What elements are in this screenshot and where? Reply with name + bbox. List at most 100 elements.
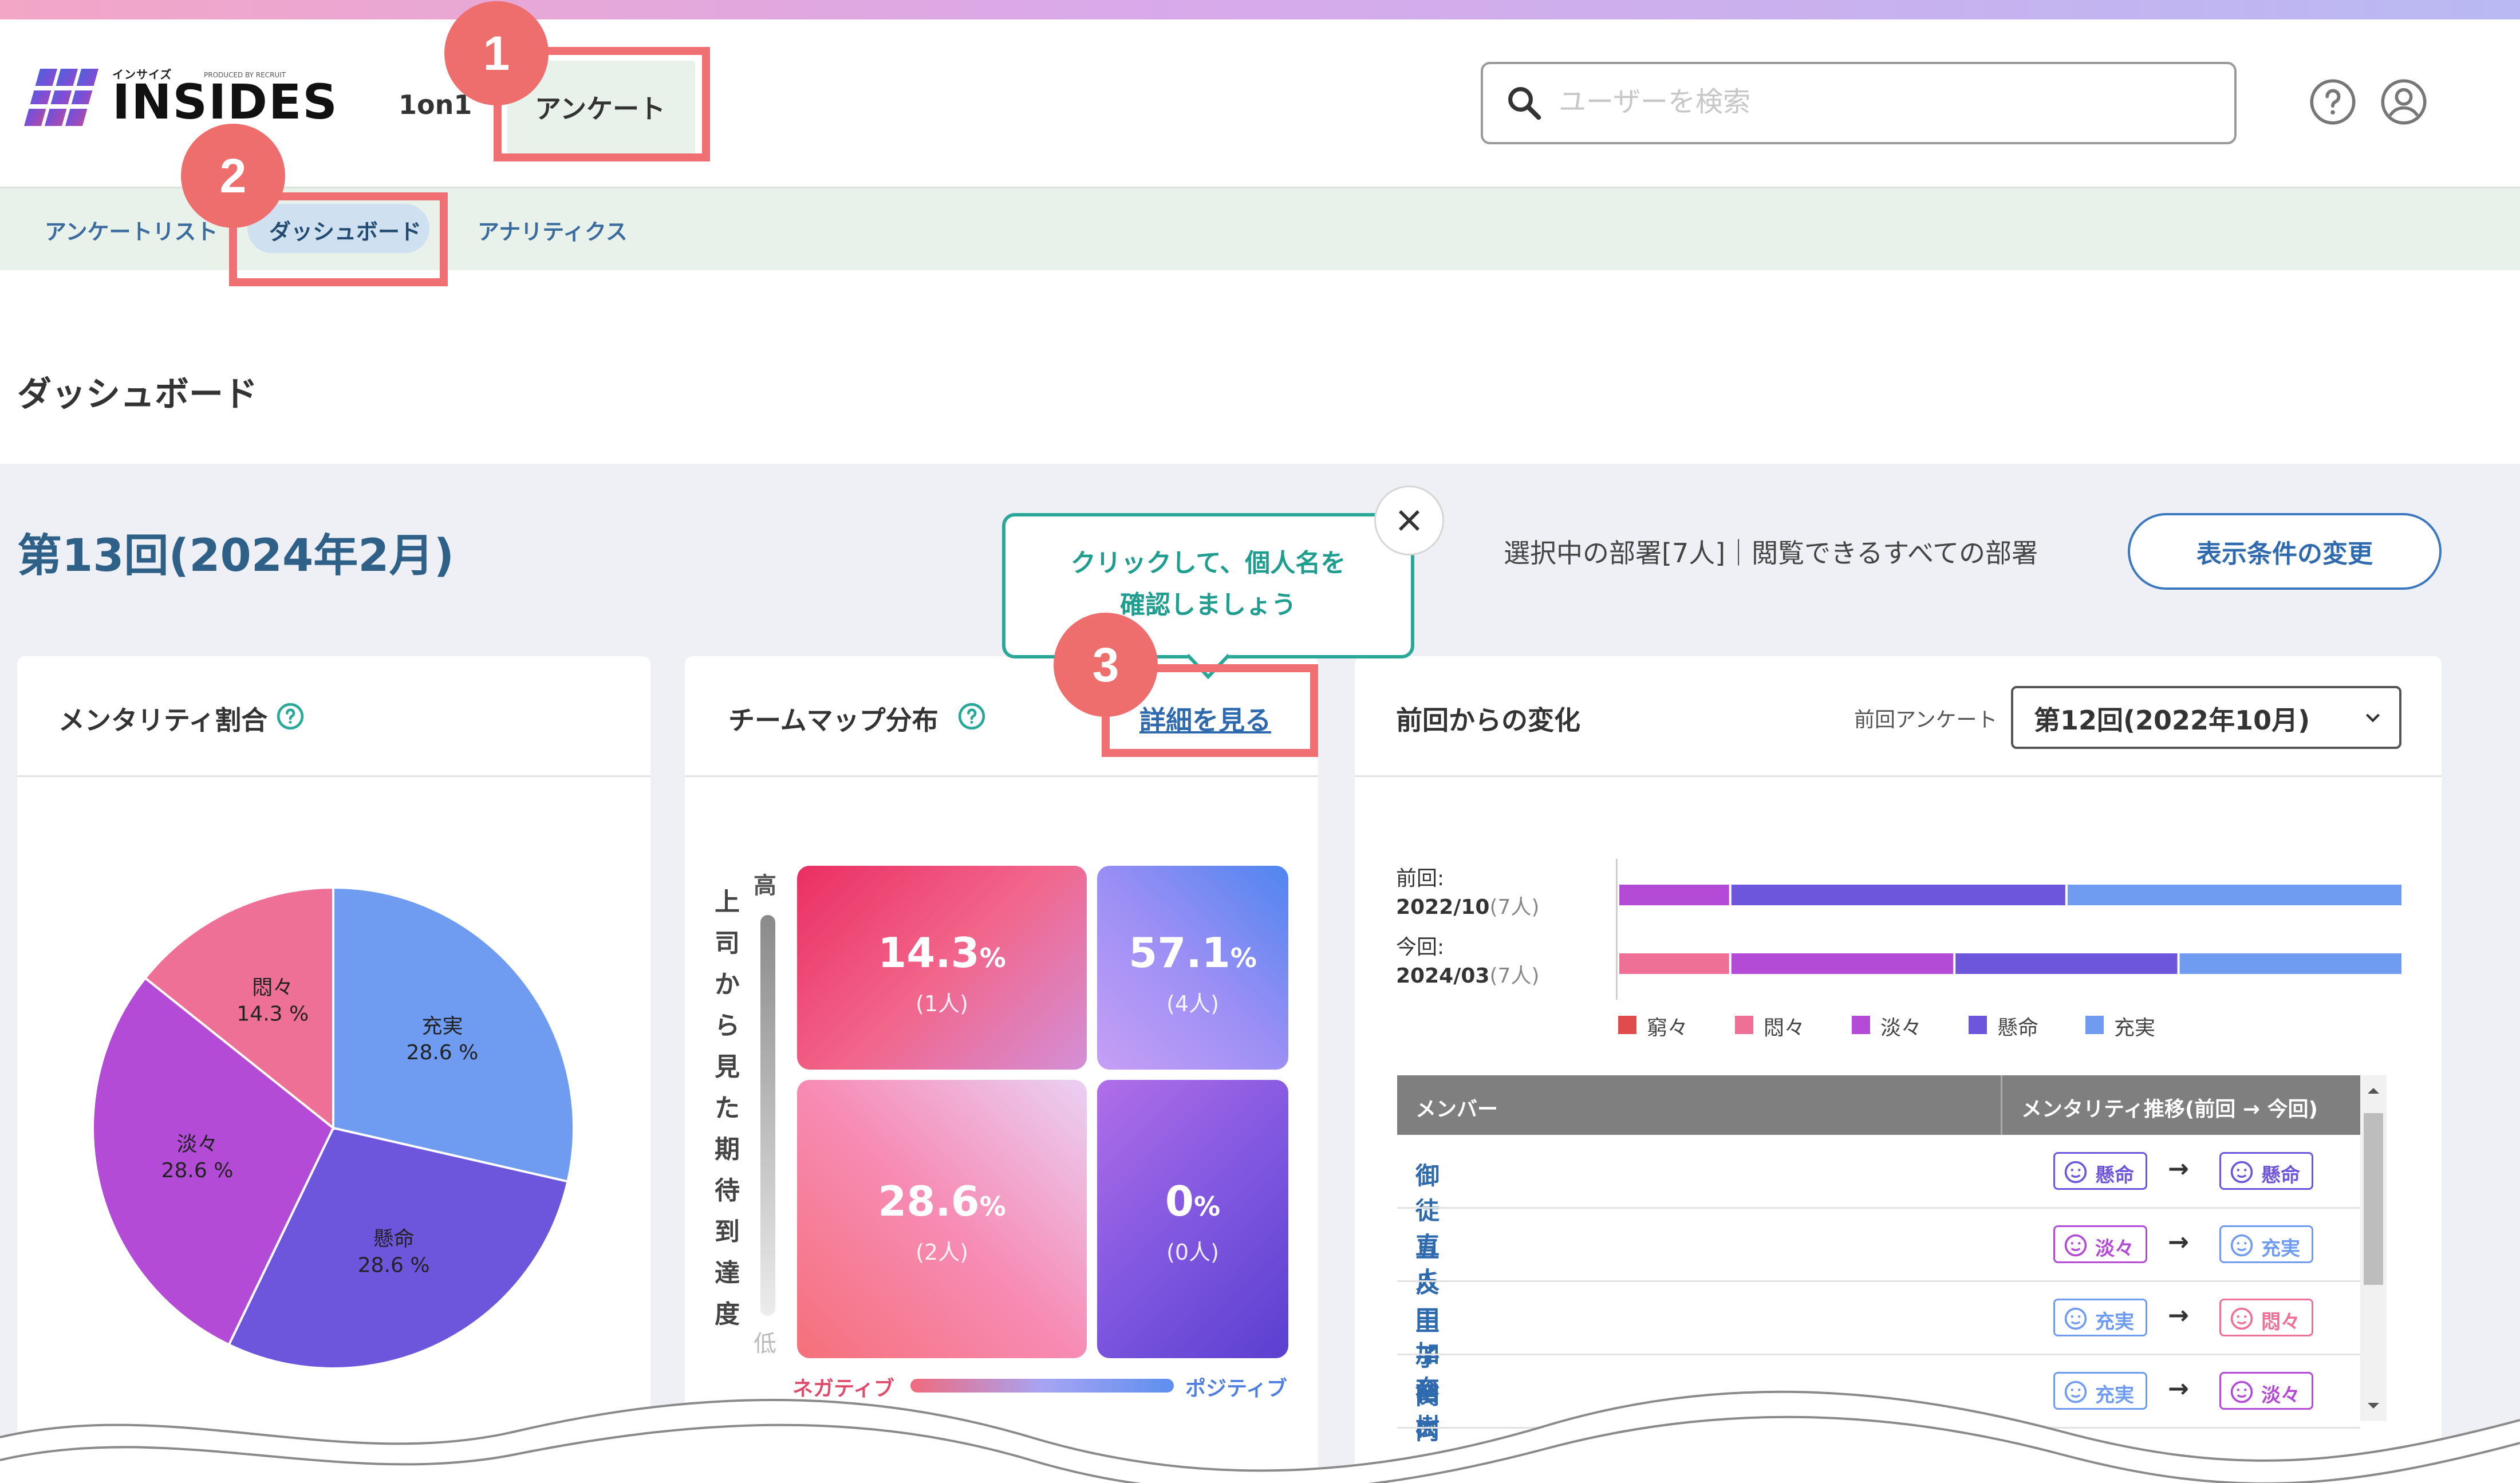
change-from-previous-card [1355, 656, 2442, 1483]
chevron-down-icon [2366, 713, 2380, 723]
bar-axis-line [1616, 859, 1618, 1000]
help-icon[interactable] [957, 702, 986, 731]
heatmap-cell-top-right: 57.1% (4人) [1097, 866, 1288, 1070]
legend-swatch [1969, 1016, 1987, 1034]
cell-percent: 0% [1165, 1177, 1221, 1225]
search-icon [1508, 87, 1541, 120]
mentality-badge-prev: 懸命 [2053, 1152, 2147, 1190]
select-value: 第12回(2022年10月) [2034, 705, 2310, 736]
y-axis-gradient-bar [760, 915, 775, 1316]
table-header-divider [2001, 1075, 2002, 1135]
y-axis-label-char: ら [715, 1011, 740, 1040]
y-axis-label-char: 司 [715, 929, 740, 958]
top-gradient-strip [0, 0, 2520, 19]
legend-swatch [1735, 1016, 1753, 1034]
pie-slice-label: 28.6 % [407, 1041, 479, 1064]
cell-percent: 28.6% [878, 1177, 1006, 1225]
insides-logo-icon [24, 69, 98, 126]
table-header-member: メンバー [1415, 1098, 1498, 1121]
tooltip-close-button[interactable] [1374, 486, 1444, 555]
step-marker-2: 2 [181, 124, 285, 228]
team-map-title: チームマップ分布 [728, 705, 938, 736]
mentality-badge-prev: 淡々 [2053, 1225, 2147, 1263]
bar-segment [1955, 953, 2178, 974]
mentality-ratio-title: メンタリティ割合 [58, 705, 268, 736]
team-map-card [685, 656, 1318, 1483]
y-axis-label-char: 上 [715, 888, 740, 917]
pie-slice-label: 充実 [421, 1015, 463, 1038]
subnav-item-survey-list[interactable]: アンケートリスト [45, 214, 218, 246]
y-axis-label-char: 到 [715, 1217, 740, 1247]
pie-slice-label: 14.3 % [236, 1003, 309, 1026]
pie-slice-label: 淡々 [176, 1133, 218, 1156]
y-axis-label-char: 期 [715, 1135, 740, 1164]
table-row-divider [1397, 1280, 2360, 1282]
change-card-title: 前回からの変化 [1396, 705, 1580, 736]
cell-percent: 14.3% [878, 929, 1006, 977]
badge-label: 懸命 [2095, 1164, 2134, 1187]
legend-label: 淡々 [1880, 1016, 1922, 1040]
transition-arrow: → [2168, 1228, 2189, 1257]
mentality-badge-curr: 充実 [2219, 1225, 2313, 1263]
mood-face-icon [2064, 1161, 2087, 1184]
y-axis-label-char: 見 [715, 1052, 740, 1082]
close-icon [1399, 510, 1419, 531]
legend-label: 悶々 [1764, 1016, 1805, 1040]
cell-count: (4人) [1166, 991, 1219, 1016]
cell-count: (2人) [916, 1240, 968, 1265]
cell-percent: 57.1% [1129, 929, 1257, 977]
badge-label: 淡々 [2095, 1237, 2134, 1260]
mentality-badge-prev: 充実 [2053, 1299, 2147, 1336]
heatmap-cell-bottom-right: 0% (0人) [1097, 1080, 1288, 1358]
logo-text: INSIDES [112, 74, 338, 130]
y-axis-label-char: 度 [715, 1300, 740, 1329]
previous-survey-select[interactable]: 第12回(2022年10月) [2011, 686, 2401, 749]
help-icon[interactable] [276, 702, 305, 731]
pie-slice-label: 28.6 % [358, 1253, 430, 1277]
help-icon[interactable] [2309, 78, 2357, 126]
y-axis-label-char: か [715, 970, 740, 999]
y-axis-label-char: 待 [715, 1176, 740, 1205]
step-marker-3: 3 [1054, 613, 1158, 717]
y-axis-low-label: 低 [754, 1331, 776, 1357]
legend-swatch [2085, 1016, 2104, 1034]
bar-segment [1619, 885, 1729, 905]
badge-label: 懸命 [2261, 1164, 2300, 1187]
mood-face-icon [2230, 1161, 2253, 1184]
mentality-pie-chart: 充実28.6 %懸命28.6 %淡々28.6 %悶々14.3 % [92, 886, 575, 1370]
table-header-mentality-trend: メンタリティ推移(前回 → 今回) [2021, 1098, 2318, 1121]
torn-page-edge [0, 1390, 2520, 1483]
bar-segment [2179, 953, 2401, 974]
legend-label: 懸命 [1997, 1016, 2039, 1040]
subnav-item-analytics[interactable]: アナリティクス [478, 214, 628, 246]
bar-segment [1731, 953, 1954, 974]
mood-face-icon [2230, 1307, 2253, 1330]
bar-segment [1619, 953, 1729, 974]
page-title: ダッシュボード [17, 374, 258, 415]
user-account-icon[interactable] [2380, 78, 2428, 126]
heatmap-cell-top-left: 14.3% (1人) [797, 866, 1087, 1070]
y-axis-label-char: 達 [715, 1259, 740, 1288]
mentality-badge-curr: 懸命 [2219, 1152, 2313, 1190]
tooltip-message: クリックして、個人名を 確認しましょう [1070, 549, 1346, 620]
search-input[interactable] [1559, 80, 2211, 124]
badge-label: 充実 [2261, 1237, 2300, 1260]
change-display-condition-button[interactable]: 表示条件の変更 [2128, 513, 2442, 590]
mentality-change-bar-chart [1619, 885, 2401, 974]
y-axis-high-label: 高 [754, 873, 776, 899]
transition-arrow: → [2168, 1154, 2189, 1184]
mood-face-icon [2064, 1307, 2087, 1330]
step-marker-1: 1 [444, 1, 549, 105]
heatmap-cell-bottom-left: 28.6% (2人) [797, 1080, 1087, 1358]
y-axis-label-char: た [715, 1094, 740, 1123]
table-scrollbar-thumb[interactable] [2364, 1113, 2383, 1285]
legend-label: 充実 [2114, 1016, 2156, 1040]
nav-1on1[interactable]: 1on1 [399, 89, 472, 120]
cell-count: (0人) [1166, 1240, 1219, 1265]
pie-slice-label: 懸命 [373, 1227, 415, 1251]
transition-arrow: → [2168, 1301, 2189, 1330]
pie-slice-label: 悶々 [252, 976, 293, 1000]
mood-face-icon [2230, 1234, 2253, 1257]
scroll-up-icon[interactable] [2365, 1082, 2382, 1099]
bar-segment [2067, 885, 2401, 905]
